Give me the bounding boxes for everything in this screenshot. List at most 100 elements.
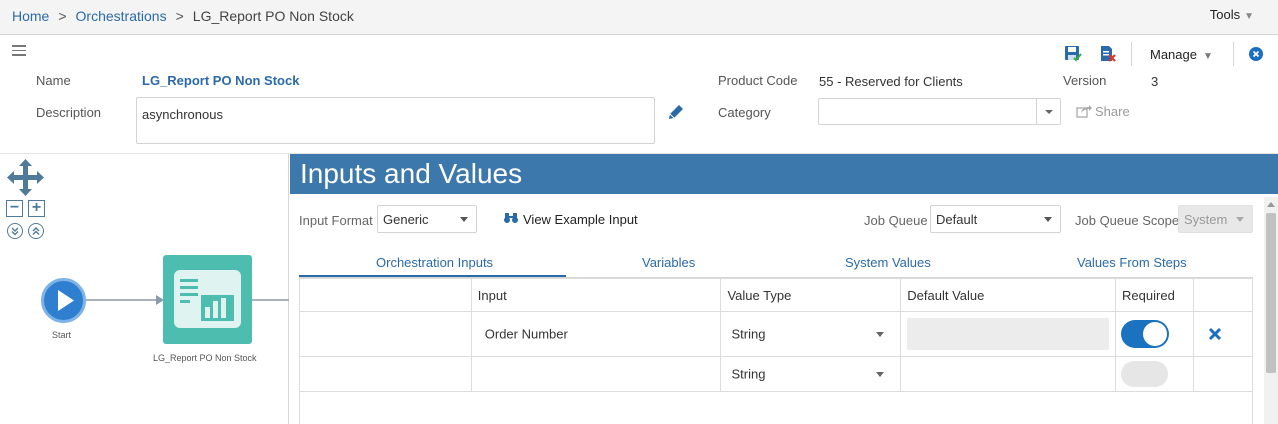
breadcrumb-orchestrations[interactable]: Orchestrations <box>76 8 167 24</box>
toolbar-divider <box>1233 42 1234 66</box>
name-value[interactable]: LG_Report PO Non Stock <box>142 73 299 88</box>
tab-orchestration-inputs[interactable]: Orchestration Inputs <box>376 255 493 270</box>
vertical-scrollbar[interactable] <box>1264 197 1278 424</box>
default-value-cell[interactable] <box>900 311 1117 357</box>
tab-values-from-steps[interactable]: Values From Steps <box>1077 255 1187 270</box>
edit-pencil-icon[interactable] <box>667 103 685 121</box>
job-queue-scope-label: Job Queue Scope <box>1075 213 1180 228</box>
close-circle-icon[interactable] <box>1249 47 1263 61</box>
column-header-default-value: Default Value <box>900 278 1117 312</box>
value-type-cell[interactable]: String <box>720 311 902 357</box>
default-value-input[interactable] <box>907 318 1110 350</box>
input-format-label: Input Format <box>299 213 373 228</box>
default-value-cell[interactable] <box>900 356 1117 392</box>
hamburger-menu-icon[interactable] <box>12 45 26 59</box>
binoculars-icon <box>504 213 518 223</box>
required-toggle[interactable] <box>1121 320 1170 348</box>
chevron-down-icon <box>460 217 468 222</box>
required-cell[interactable] <box>1115 311 1195 357</box>
start-node-label: Start <box>52 330 72 340</box>
required-toggle[interactable] <box>1121 361 1169 387</box>
column-header-required: Required <box>1115 278 1195 312</box>
product-code-label: Product Code <box>718 73 798 88</box>
version-value: 3 <box>1151 74 1159 89</box>
breadcrumb: Home > Orchestrations > LG_Report PO Non Sto… <box>12 8 354 24</box>
view-example-input-button[interactable]: View Example Input <box>503 212 638 227</box>
category-select[interactable] <box>818 98 1061 125</box>
report-step-node[interactable] <box>163 255 252 344</box>
category-label: Category <box>718 105 771 120</box>
breadcrumb-current: LG_Report PO Non Stock <box>192 8 354 24</box>
tab-system-values[interactable]: System Values <box>845 255 931 270</box>
input-format-select[interactable]: Generic <box>377 205 477 233</box>
breadcrumb-separator: > <box>175 8 184 24</box>
row-select-cell[interactable] <box>299 356 472 392</box>
description-value: asynchronous <box>142 107 223 122</box>
zoom-out-button[interactable]: − <box>6 200 23 217</box>
chevron-down-icon: ▼ <box>1244 11 1254 22</box>
table-row: Order Number String <box>299 311 1253 357</box>
report-icon <box>174 270 241 328</box>
collapse-all-button[interactable] <box>28 223 44 239</box>
start-node[interactable] <box>41 278 86 323</box>
category-dropdown-button[interactable] <box>1036 99 1060 124</box>
expand-all-button[interactable] <box>7 223 23 239</box>
manage-label: Manage <box>1150 47 1197 62</box>
save-icon[interactable] <box>1064 45 1082 63</box>
column-header-input: Input <box>470 278 722 312</box>
table-empty-area <box>299 391 1253 424</box>
toolbar-divider <box>1131 42 1132 66</box>
input-cell[interactable]: Order Number <box>470 311 722 357</box>
required-cell[interactable] <box>1115 356 1195 392</box>
chevron-down-icon: ▼ <box>1202 51 1213 62</box>
double-chevron-down-icon <box>11 227 19 236</box>
scrollbar-thumb[interactable] <box>1266 213 1276 373</box>
job-queue-value: Default <box>936 212 978 227</box>
delete-document-icon[interactable] <box>1099 45 1117 63</box>
top-bar: Home > Orchestrations > LG_Report PO Non Sto… <box>0 0 1278 35</box>
description-label: Description <box>36 105 102 120</box>
delete-cell[interactable] <box>1193 311 1253 357</box>
job-queue-scope-value: System <box>1184 212 1228 227</box>
double-chevron-up-icon <box>32 227 40 235</box>
scroll-up-icon[interactable] <box>1267 202 1275 207</box>
share-button[interactable]: Share <box>1076 104 1130 119</box>
name-label: Name <box>36 73 71 88</box>
table-row: String <box>299 356 1253 392</box>
share-label: Share <box>1095 104 1130 119</box>
chevron-down-icon <box>876 372 885 377</box>
delete-cell <box>1193 356 1253 392</box>
breadcrumb-home[interactable]: Home <box>12 8 49 24</box>
row-select-cell[interactable] <box>299 311 472 357</box>
column-header-value-type: Value Type <box>720 278 902 312</box>
delete-x-icon[interactable] <box>1208 327 1222 341</box>
version-label: Version <box>1063 73 1107 88</box>
description-field[interactable]: asynchronous <box>136 97 655 144</box>
value-type-value: String <box>731 326 766 342</box>
column-header <box>1193 278 1253 312</box>
job-queue-scope-select: System <box>1178 205 1253 233</box>
job-queue-label: Job Queue <box>864 213 928 228</box>
tools-menu[interactable]: Tools ▼ <box>1210 7 1254 22</box>
play-icon <box>58 290 74 311</box>
job-queue-select[interactable]: Default <box>930 205 1061 233</box>
view-example-input-label: View Example Input <box>523 212 638 227</box>
tab-bar: Orchestration Inputs Variables System Va… <box>299 252 1253 278</box>
tab-variables[interactable]: Variables <box>642 255 695 270</box>
value-type-select[interactable]: String <box>727 312 894 356</box>
zoom-in-button[interactable]: + <box>28 200 45 217</box>
input-cell[interactable] <box>470 356 722 392</box>
panel-title: Inputs and Values <box>290 154 1278 194</box>
chevron-down-icon <box>1236 217 1244 222</box>
manage-menu[interactable]: Manage ▼ <box>1150 47 1213 62</box>
input-name: Order Number <box>484 326 568 342</box>
tools-label: Tools <box>1209 7 1241 22</box>
share-icon <box>1076 105 1092 118</box>
toggle-knob <box>1123 363 1146 385</box>
value-type-cell[interactable]: String <box>720 356 902 392</box>
pan-move-icon[interactable] <box>6 158 45 197</box>
chevron-down-icon <box>1044 217 1052 222</box>
input-format-value: Generic <box>383 212 429 227</box>
toggle-knob <box>1143 322 1168 346</box>
value-type-select[interactable]: String <box>727 357 894 391</box>
